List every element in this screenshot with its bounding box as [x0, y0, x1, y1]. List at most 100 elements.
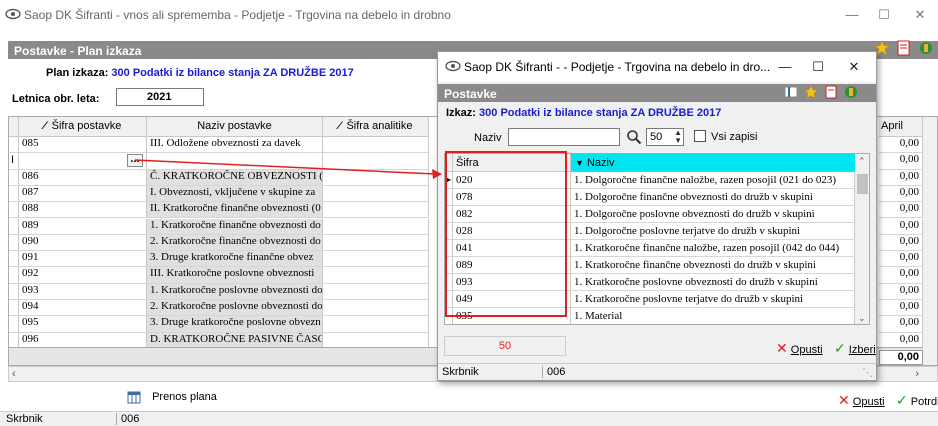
cell-sifra-postavke[interactable]: 091	[19, 251, 147, 268]
cell-naziv-postavke: 2. Kratkoročne poslovne obveznosti do	[147, 300, 323, 317]
cell-april: 0,00	[879, 153, 923, 170]
dialog-close-button[interactable]: ✕	[844, 58, 864, 76]
cell-sifra-postavke[interactable]: 088	[19, 202, 147, 219]
izkaz-line: Izkaz: 300 Podatki iz bilance stanja ZA …	[446, 107, 721, 119]
report-icon[interactable]	[824, 85, 838, 99]
dialog-cell-naziv[interactable]: 1. Kratkoročne finančne naložbe, razen p…	[571, 240, 855, 257]
row-indicator[interactable]	[9, 137, 19, 154]
all-records-checkbox[interactable]	[694, 130, 706, 142]
row-indicator[interactable]	[9, 169, 19, 186]
cell-sifra-postavke[interactable]: 090	[19, 234, 147, 252]
favorite-star-icon[interactable]	[804, 85, 818, 99]
plan-izkaza-line: Plan izkaza: 300 Podatki iz bilance stan…	[46, 67, 354, 79]
cell-sifra-analitike[interactable]	[323, 202, 429, 219]
dialog-col-header-naziv[interactable]: ▼ Naziv	[571, 154, 855, 172]
row-indicator-header	[9, 117, 19, 137]
col-header-sifra-analitike[interactable]: ⁄ Šifra analitike	[323, 117, 429, 137]
cell-naziv-postavke: 1. Kratkoročne finančne obveznosti do	[147, 218, 323, 235]
cell-naziv-postavke: 2. Kratkoročne finančne obveznosti do	[147, 234, 323, 252]
dialog-cell-naziv[interactable]: 1. Kratkoročne poslovne obveznosti do dr…	[571, 274, 855, 291]
main-window-title: Saop DK Šifranti - vnos ali sprememba - …	[24, 8, 451, 22]
dialog-minimize-button[interactable]: —	[775, 58, 795, 76]
dialog-cell-naziv[interactable]: 1. Dolgoročne poslovne obveznosti do dru…	[571, 206, 855, 223]
cell-sifra-analitike[interactable]	[323, 267, 429, 284]
search-label: Naziv	[474, 132, 502, 144]
sort-down-icon: ▼	[575, 158, 584, 168]
cell-sifra-postavke[interactable]: 095	[19, 316, 147, 333]
cell-april: 0,00	[879, 316, 923, 333]
row-indicator[interactable]	[9, 251, 19, 268]
dialog-statusbar: Skrbnik 006 ⋱	[438, 363, 876, 380]
main-statusbar: Skrbnik 006	[0, 411, 938, 426]
col-header-naziv-postavke[interactable]: Naziv postavke	[147, 117, 323, 137]
cell-sifra-analitike[interactable]	[323, 218, 429, 235]
main-confirm-button[interactable]: ✓ Potrdi	[896, 392, 938, 409]
columns-icon[interactable]	[784, 85, 798, 99]
prenos-plana-button[interactable]: Prenos plana	[127, 390, 217, 404]
close-button[interactable]: ✕	[910, 6, 930, 24]
plan-value: 300 Podatki iz bilance stanja ZA DRUŽBE …	[111, 67, 354, 79]
cell-sifra-postavke[interactable]: 092	[19, 267, 147, 284]
text-cursor-icon: I	[11, 154, 15, 167]
dialog-cell-naziv[interactable]: 1. Material	[571, 308, 855, 324]
minimize-button[interactable]: —	[842, 6, 862, 24]
cell-sifra-analitike[interactable]	[323, 316, 429, 333]
dialog-cell-naziv[interactable]: 1. Dolgoročne poslovne terjatve do družb…	[571, 223, 855, 240]
exit-icon[interactable]	[844, 85, 858, 99]
stepper-arrows-icon: ▲ ▼	[674, 128, 682, 145]
exit-icon[interactable]	[918, 40, 934, 56]
cell-sifra-analitike[interactable]	[323, 283, 429, 300]
status-label: Skrbnik	[6, 413, 43, 425]
cell-sifra-analitike[interactable]	[323, 234, 429, 252]
main-titlebar: Saop DK Šifranti - vnos ali sprememba - …	[0, 0, 938, 30]
dialog-cell-naziv[interactable]: 1. Kratkoročne finančne obveznosti do dr…	[571, 257, 855, 274]
cell-sifra-postavke[interactable]: 085	[19, 137, 147, 154]
search-input[interactable]	[508, 128, 620, 146]
plan-label: Plan izkaza:	[46, 67, 109, 79]
main-cancel-button[interactable]: ✕ Opusti	[838, 392, 885, 409]
report-icon[interactable]	[896, 40, 912, 56]
cell-sifra-postavke[interactable]: 087	[19, 185, 147, 203]
row-indicator[interactable]	[9, 300, 19, 317]
row-indicator[interactable]	[9, 185, 19, 203]
limit-stepper[interactable]: 50 ▲ ▼	[646, 128, 684, 146]
dialog-vscrollbar[interactable]: ⌃ ⌄	[855, 154, 869, 324]
row-indicator[interactable]	[9, 283, 19, 300]
maximize-button[interactable]: ☐	[874, 6, 894, 24]
cell-sifra-analitike[interactable]	[323, 251, 429, 268]
col-header-sifra-postavke[interactable]: ⁄ Šifra postavke	[19, 117, 147, 137]
dialog-maximize-button[interactable]: ☐	[808, 58, 828, 76]
row-indicator[interactable]	[9, 218, 19, 235]
dialog-cell-naziv[interactable]: 1. Dolgoročne finančne obveznosti do dru…	[571, 189, 855, 206]
main-header-title: Postavke - Plan izkaza	[14, 44, 142, 58]
cell-april: 0,00	[879, 283, 923, 300]
dialog-status-value: 006	[542, 366, 565, 378]
dialog-header-title: Postavke	[444, 87, 497, 101]
dialog-select-button[interactable]: ✓ Izberi	[834, 340, 876, 357]
record-count: 50	[444, 336, 566, 356]
cell-sifra-postavke[interactable]: 094	[19, 300, 147, 317]
row-indicator[interactable]	[9, 316, 19, 333]
col-header-april[interactable]: April	[879, 117, 923, 137]
year-input[interactable]: 2021	[116, 88, 204, 106]
cell-april: 0,00	[879, 234, 923, 252]
cell-sifra-postavke[interactable]: 089	[19, 218, 147, 235]
cell-naziv-postavke: 1. Kratkoročne poslovne obveznosti do	[147, 283, 323, 300]
row-indicator[interactable]	[9, 202, 19, 219]
dialog-status-label: Skrbnik	[442, 366, 479, 378]
main-vscrollbar[interactable]	[923, 117, 937, 365]
limit-value: 50	[650, 131, 663, 143]
row-indicator[interactable]	[9, 267, 19, 284]
dialog-cell-naziv[interactable]: 1. Dolgoročne finančne naložbe, razen po…	[571, 172, 855, 189]
cell-sifra-postavke[interactable]: 093	[19, 283, 147, 300]
cell-naziv-postavke: I. Obveznosti, vključene v skupine za	[147, 185, 323, 203]
search-icon[interactable]	[626, 129, 642, 145]
dialog-cancel-button[interactable]: ✕ Opusti	[776, 340, 823, 357]
cell-sifra-analitike[interactable]	[323, 185, 429, 203]
dialog-cell-naziv[interactable]: 1. Kratkoročne poslovne terjatve do druž…	[571, 291, 855, 308]
total-value: 0,00	[879, 350, 923, 365]
row-indicator[interactable]	[9, 234, 19, 252]
cell-sifra-postavke[interactable]: 086	[19, 169, 147, 186]
izkaz-value: 300 Podatki iz bilance stanja ZA DRUŽBE …	[479, 107, 722, 119]
cell-sifra-analitike[interactable]	[323, 300, 429, 317]
